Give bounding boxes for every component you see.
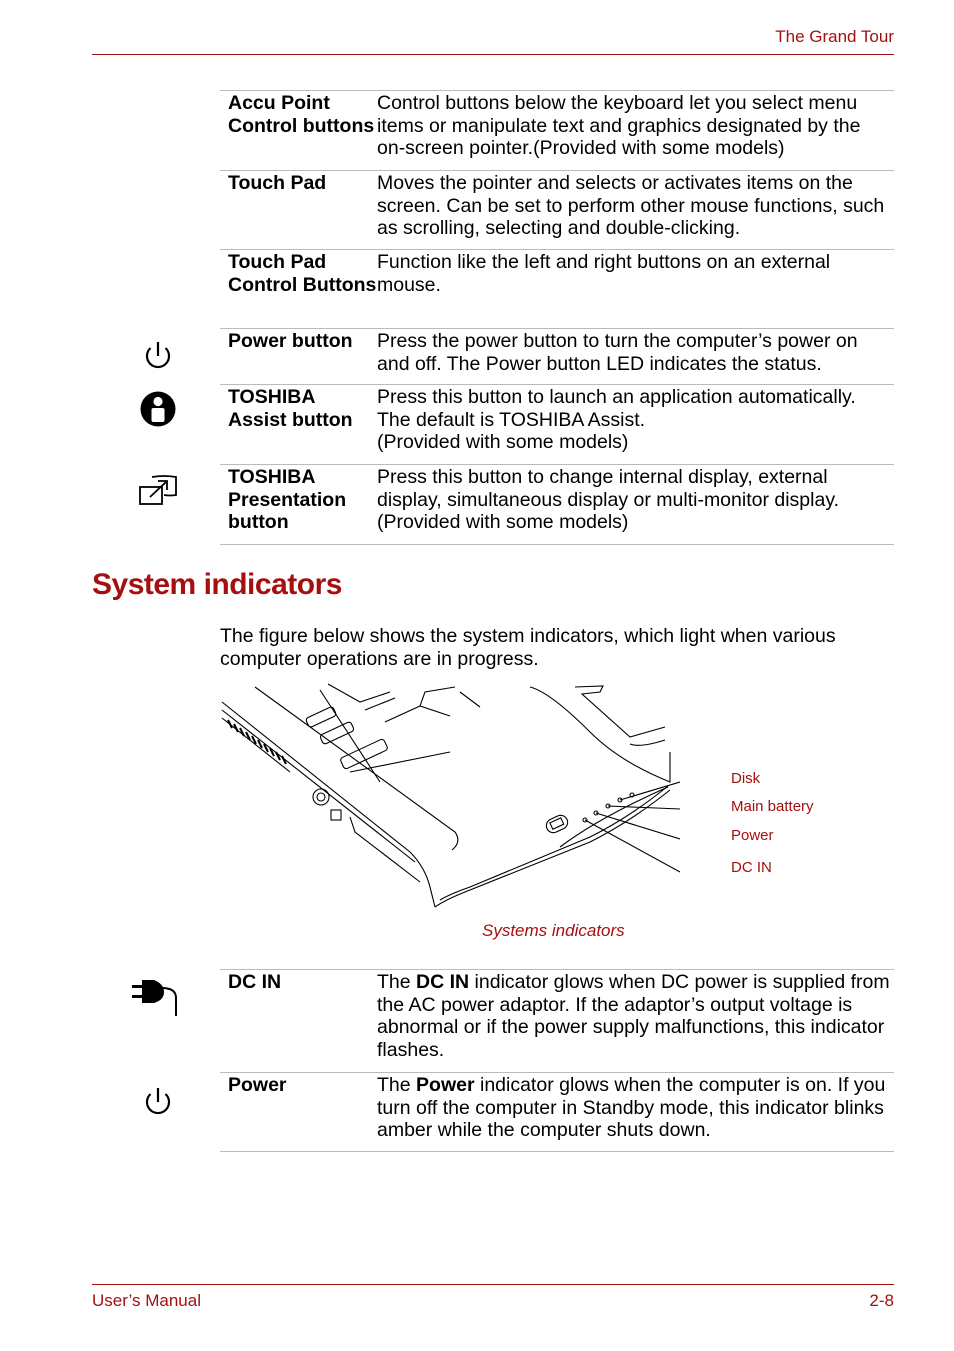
header-divider (92, 54, 894, 55)
running-header-title: The Grand Tour (775, 27, 894, 46)
desc-line: (Provided with some models) (377, 511, 629, 533)
desc-line: (Provided with some models) (377, 431, 629, 453)
row-description: Press this button to change internal dis… (377, 465, 894, 544)
figure-caption: Systems indicators (482, 921, 625, 940)
indicators-table: DC IN The DC IN indicator glows when DC … (132, 969, 894, 1152)
desc-line: Press this button to change internal dis… (377, 466, 840, 511)
table-row: Touch Pad Moves the pointer and selects … (220, 171, 894, 250)
figure-label-power: Power (731, 827, 774, 844)
footer-divider (92, 1284, 894, 1285)
table-row: TOSHIBA Assist button Press this button … (140, 385, 894, 465)
row-term: TOSHIBA Presentation button (228, 466, 347, 533)
row-description: Function like the left and right buttons… (377, 251, 831, 296)
row-term: TOSHIBA Assist button (228, 386, 353, 431)
laptop-indicators-figure (221, 683, 680, 908)
row-term: DC IN (228, 971, 282, 993)
page-number: 2-8 (869, 1291, 894, 1310)
table-row: Power button Press the power button to t… (145, 329, 894, 385)
dc-in-plug-icon (132, 980, 177, 1016)
figure-label-main-battery: Main battery (731, 798, 814, 815)
row-description: Press this button to launch an applicati… (377, 385, 894, 464)
desc-line: The default is TOSHIBA Assist. (377, 408, 646, 431)
row-term: Power button (228, 330, 353, 352)
intro-paragraph: The figure below shows the system indica… (220, 625, 836, 670)
table-row: DC IN The DC IN indicator glows when DC … (132, 970, 894, 1073)
power-icon (145, 1088, 171, 1115)
row-term: Touch Pad Control Buttons (228, 251, 377, 296)
assist-icon (140, 391, 176, 427)
desc-line: Press this button to launch an applicati… (377, 386, 856, 408)
row-description: Press the power button to turn the compu… (377, 330, 858, 375)
row-description: Control buttons below the keyboard let y… (377, 92, 861, 159)
figure-label-disk: Disk (731, 770, 761, 787)
row-term: Accu Point Control buttons (228, 92, 375, 137)
row-term: Power (228, 1074, 287, 1096)
row-description: The Power indicator glows when the compu… (377, 1074, 886, 1141)
row-term: Touch Pad (228, 172, 327, 194)
row-description: Moves the pointer and selects or activat… (377, 172, 885, 239)
row-description: The DC IN indicator glows when DC power … (377, 971, 890, 1061)
table-row: Touch Pad Control Buttons Function like … (220, 250, 894, 329)
section-title: System indicators (92, 568, 342, 601)
figure-label-dc-in: DC IN (731, 859, 772, 876)
table-row: TOSHIBA Presentation button Press this b… (139, 465, 894, 545)
presentation-icon (139, 475, 177, 505)
controls-table: Accu Point Control buttons Control butto… (139, 90, 894, 545)
table-row: Power The Power indicator glows when the… (145, 1073, 894, 1152)
table-row: Accu Point Control buttons Control butto… (220, 91, 894, 171)
power-icon (145, 342, 171, 369)
footer-manual-title: User’s Manual (92, 1291, 201, 1310)
